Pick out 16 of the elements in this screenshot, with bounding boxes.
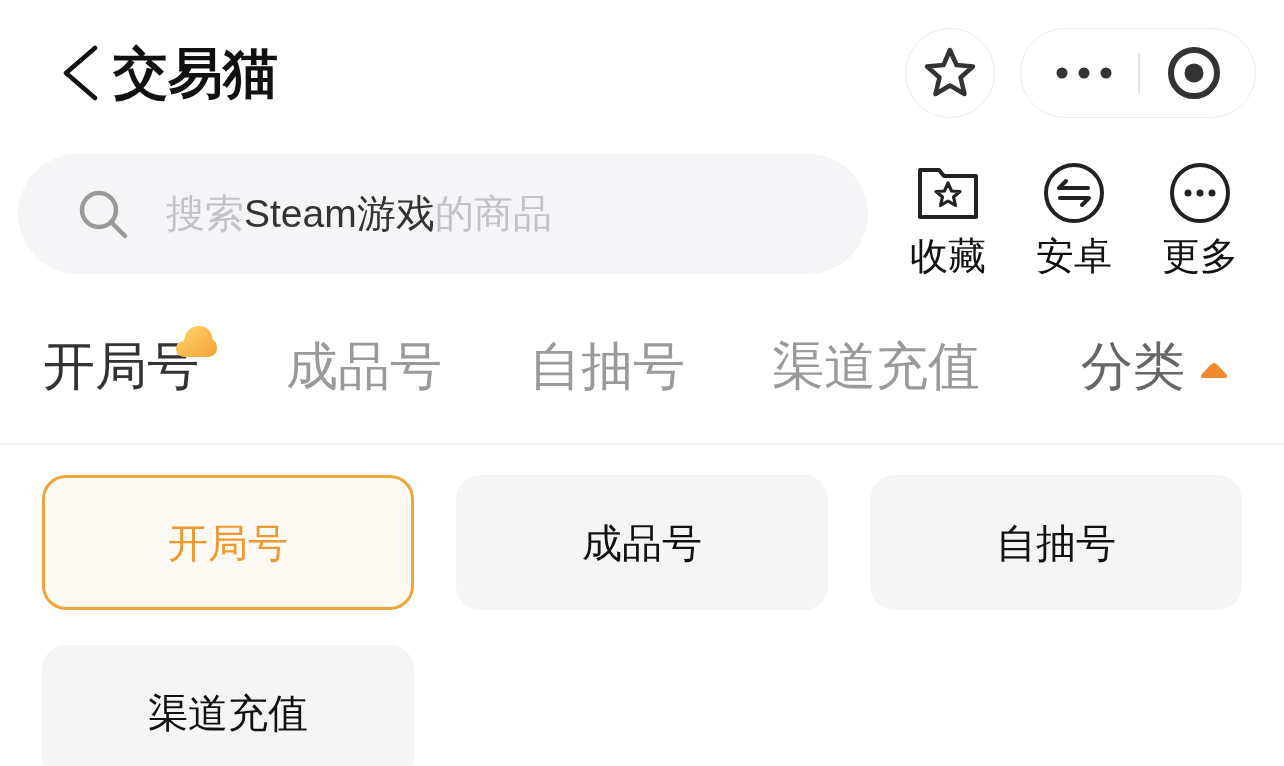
swap-arrows-icon	[1043, 162, 1105, 224]
more-dots-icon	[1055, 67, 1112, 79]
category-toggle[interactable]: 分类	[1081, 335, 1228, 397]
shortcut-button[interactable]: 安卓	[1032, 162, 1116, 280]
category-option[interactable]: 自抽号	[870, 475, 1242, 610]
shortcut-button[interactable]: 收藏	[906, 162, 990, 280]
ring-dot-icon	[1166, 46, 1221, 100]
star-icon	[923, 47, 977, 99]
search-icon	[78, 189, 128, 239]
more-circle-icon	[1169, 162, 1231, 224]
page-title: 交易猫	[113, 41, 278, 106]
folder-star-icon	[917, 166, 979, 220]
shortcut-button[interactable]: 更多	[1158, 162, 1242, 280]
category-option[interactable]: 渠道充值	[42, 645, 414, 766]
category-option[interactable]: 成品号	[456, 475, 828, 610]
back-chevron-icon	[62, 45, 98, 101]
